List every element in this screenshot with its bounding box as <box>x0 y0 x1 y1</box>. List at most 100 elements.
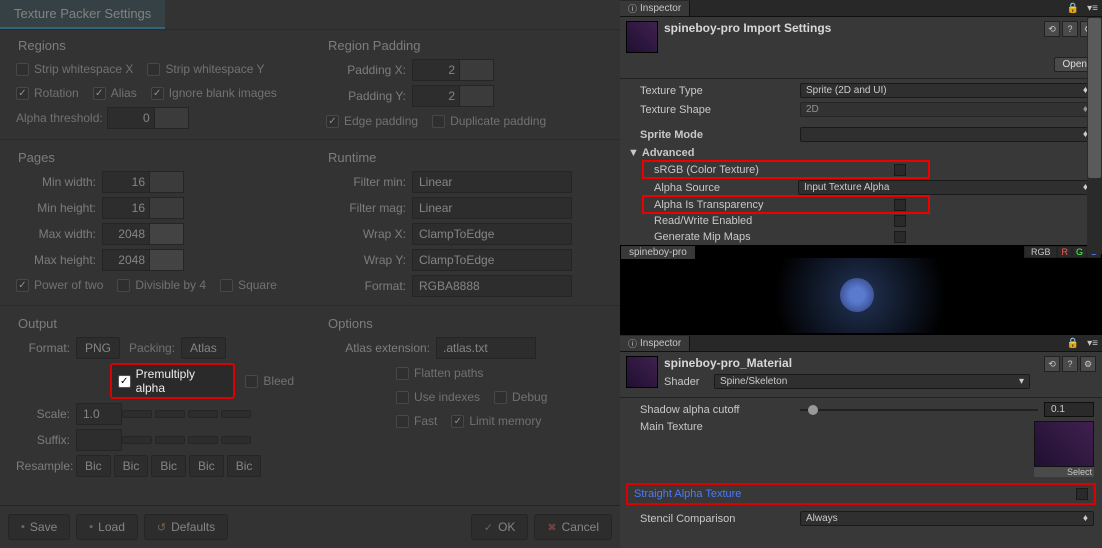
wrap-x-input[interactable] <box>412 223 572 245</box>
resample-label: Resample: <box>16 459 76 473</box>
resample-2[interactable]: Bic <box>151 455 186 477</box>
max-h-slider[interactable] <box>150 249 184 271</box>
tex-type-dropdown[interactable]: Sprite (2D and UI)♦ <box>800 83 1094 98</box>
revert-icon[interactable]: ⟲ <box>1044 21 1060 37</box>
cancel-button[interactable]: ✖Cancel <box>534 514 612 540</box>
suffix-slot-4[interactable] <box>221 436 251 444</box>
dup-padding-checkbox[interactable] <box>432 115 445 128</box>
filter-min-input[interactable] <box>412 171 572 193</box>
straight-alpha-checkbox[interactable] <box>1076 488 1088 500</box>
atlas-ext-label: Atlas extension: <box>326 341 436 355</box>
strip-x-checkbox[interactable] <box>16 63 29 76</box>
suffix-input[interactable] <box>76 429 122 451</box>
premultiply-checkbox[interactable]: ✓ <box>118 375 131 388</box>
ok-button[interactable]: ✓OK <box>471 514 529 540</box>
min-w-slider[interactable] <box>150 171 184 193</box>
alpha-threshold-slider[interactable] <box>155 107 189 129</box>
strip-y-checkbox[interactable] <box>147 63 160 76</box>
shadow-value-input[interactable] <box>1044 402 1094 417</box>
rgb-button[interactable]: RGB <box>1024 246 1058 258</box>
use-idx-checkbox[interactable] <box>396 391 409 404</box>
suffix-slot-2[interactable] <box>155 436 185 444</box>
scale-input[interactable] <box>76 403 122 425</box>
inspector-tab-2[interactable]: ⓘInspector <box>620 336 690 351</box>
menu-icon[interactable]: ▾≡ <box>1083 3 1102 14</box>
min-h-slider[interactable] <box>150 197 184 219</box>
max-w-slider[interactable] <box>150 223 184 245</box>
min-h-label: Min height: <box>16 201 102 215</box>
padding-x-input[interactable] <box>412 59 460 81</box>
shader-label: Shader <box>664 376 714 388</box>
suffix-slot-1[interactable] <box>122 436 152 444</box>
sprite-mode-dropdown[interactable]: ♦ <box>800 127 1094 142</box>
debug-checkbox[interactable] <box>494 391 507 404</box>
resample-0[interactable]: Bic <box>76 455 111 477</box>
ignore-blank-checkbox[interactable]: ✓ <box>151 87 164 100</box>
stencil-dropdown[interactable]: Always♦ <box>800 511 1094 526</box>
save-button[interactable]: ▪Save <box>8 514 70 540</box>
alias-checkbox[interactable]: ✓ <box>93 87 106 100</box>
stencil-label: Stencil Comparison <box>640 513 800 525</box>
fast-checkbox[interactable] <box>396 415 409 428</box>
inspector-tab[interactable]: ⓘInspector <box>620 1 690 16</box>
mipmap-checkbox[interactable] <box>894 231 906 243</box>
resample-4[interactable]: Bic <box>227 455 262 477</box>
padding-y-slider[interactable] <box>460 85 494 107</box>
padding-title: Region Padding <box>318 32 612 57</box>
resample-3[interactable]: Bic <box>189 455 224 477</box>
padding-y-input[interactable] <box>412 85 460 107</box>
select-button[interactable]: Select <box>1034 467 1094 477</box>
g-button[interactable]: G <box>1072 246 1087 258</box>
help-icon[interactable]: ? <box>1062 21 1078 37</box>
scale-slot-1[interactable] <box>122 410 152 418</box>
load-button[interactable]: ▪Load <box>76 514 138 540</box>
menu-icon[interactable]: ▾≡ <box>1083 338 1102 349</box>
packing-select[interactable]: Atlas <box>181 337 226 359</box>
premultiply-label: Premultiply alpha <box>136 367 228 395</box>
defaults-button[interactable]: ↺Defaults <box>144 514 228 540</box>
advanced-section[interactable]: ▼Advanced <box>620 144 1102 162</box>
gear-icon[interactable]: ⚙ <box>1080 356 1096 372</box>
revert-icon[interactable]: ⟲ <box>1044 356 1060 372</box>
alpha-threshold-label: Alpha threshold: <box>16 111 103 125</box>
alpha-trans-checkbox[interactable] <box>894 199 906 211</box>
padding-x-slider[interactable] <box>460 59 494 81</box>
rw-checkbox[interactable] <box>894 215 906 227</box>
lock-icon[interactable]: 🔒 <box>1063 338 1083 349</box>
edge-padding-checkbox[interactable]: ✓ <box>326 115 339 128</box>
min-w-input[interactable] <box>102 171 150 193</box>
load-icon: ▪ <box>89 521 93 533</box>
suffix-slot-3[interactable] <box>188 436 218 444</box>
alpha-threshold-input[interactable] <box>107 107 155 129</box>
scrollbar[interactable] <box>1087 17 1102 254</box>
lock-icon[interactable]: 🔒 <box>1063 3 1083 14</box>
srgb-checkbox[interactable] <box>894 164 906 176</box>
info-icon: ⓘ <box>628 2 637 15</box>
shader-dropdown[interactable]: Spine/Skeleton▾ <box>714 374 1030 389</box>
scale-slot-3[interactable] <box>188 410 218 418</box>
preview-name[interactable]: spineboy-pro <box>621 246 695 259</box>
min-h-input[interactable] <box>102 197 150 219</box>
out-format-select[interactable]: PNG <box>76 337 120 359</box>
atlas-ext-input[interactable] <box>436 337 536 359</box>
bleed-checkbox[interactable] <box>245 375 258 388</box>
shadow-slider[interactable] <box>800 409 1038 411</box>
flatten-checkbox[interactable] <box>396 367 409 380</box>
pot-checkbox[interactable]: ✓ <box>16 279 29 292</box>
wrap-y-input[interactable] <box>412 249 572 271</box>
resample-1[interactable]: Bic <box>114 455 149 477</box>
alpha-src-dropdown[interactable]: Input Texture Alpha♦ <box>798 180 1094 195</box>
max-h-input[interactable] <box>102 249 150 271</box>
help-icon[interactable]: ? <box>1062 356 1078 372</box>
scale-slot-4[interactable] <box>221 410 251 418</box>
div4-checkbox[interactable] <box>117 279 130 292</box>
r-button[interactable]: R <box>1057 246 1072 258</box>
rotation-checkbox[interactable]: ✓ <box>16 87 29 100</box>
rt-format-input[interactable] <box>412 275 572 297</box>
main-tex-thumb[interactable] <box>1034 421 1094 467</box>
max-w-input[interactable] <box>102 223 150 245</box>
filter-mag-input[interactable] <box>412 197 572 219</box>
scale-slot-2[interactable] <box>155 410 185 418</box>
limit-mem-checkbox[interactable]: ✓ <box>451 415 464 428</box>
square-checkbox[interactable] <box>220 279 233 292</box>
